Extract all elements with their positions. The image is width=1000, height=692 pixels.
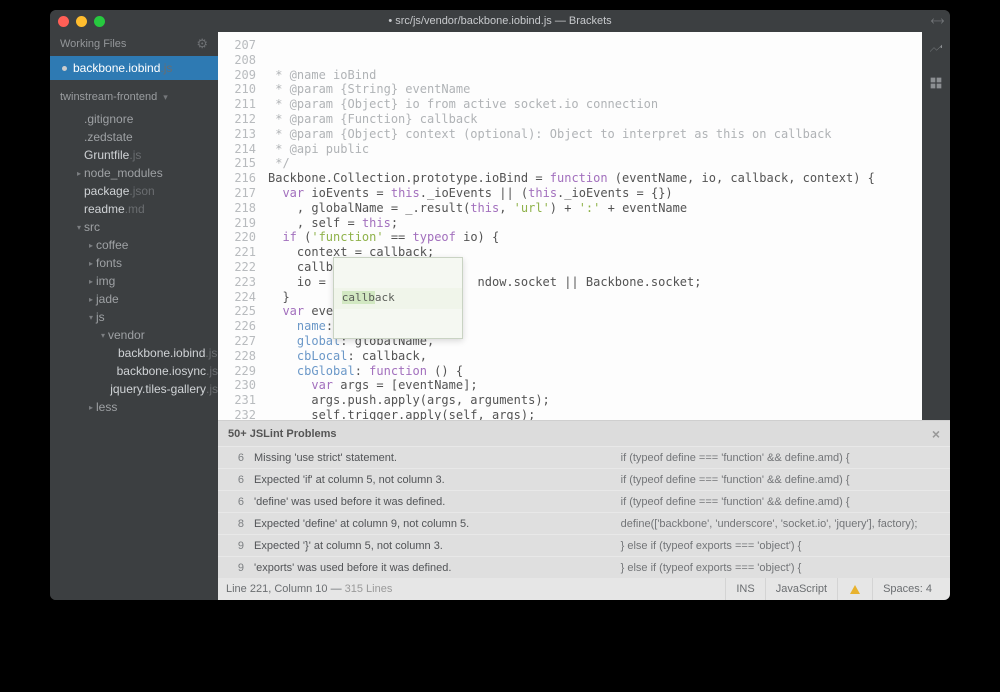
tree-item[interactable]: ▸fonts [50,254,218,272]
zoom-icon[interactable] [94,16,105,27]
tree-item[interactable]: readme.md [50,200,218,218]
tree-item[interactable]: ▸jade [50,290,218,308]
close-icon[interactable] [58,16,69,27]
indent-mode[interactable]: Spaces: 4 [872,578,942,600]
close-icon[interactable]: × [932,426,940,442]
tree-item[interactable]: jquery.tiles-gallery.js [50,380,218,398]
sidebar: Working Files ⚙ backbone.iobind.js twins… [50,32,218,600]
extensions-icon[interactable] [928,75,944,96]
cursor-position: Line 221, Column 10 — 315 Lines [226,583,392,595]
tree-item[interactable]: backbone.iobind.js [50,344,218,362]
live-preview-icon[interactable] [928,40,944,61]
tree-item[interactable]: .gitignore [50,110,218,128]
working-file-item[interactable]: backbone.iobind.js [50,56,218,80]
minimize-icon[interactable] [76,16,87,27]
project-name: twinstream-frontend [60,91,157,103]
status-bar: Line 221, Column 10 — 315 Lines INS Java… [218,578,950,600]
fullscreen-icon[interactable]: ⤢ [932,13,942,29]
tree-item[interactable]: ▸less [50,398,218,416]
tree-item[interactable]: backbone.iosync.js [50,362,218,380]
code-editor[interactable]: 2072082092102112122132142152162172182192… [218,32,922,420]
working-file-name: backbone.iobind.js [73,61,172,75]
warning-icon [850,585,860,594]
working-files-header: Working Files ⚙ [50,32,218,56]
chevron-down-icon: ▾ [163,92,168,103]
problems-title: 50+ JSLint Problems [228,428,337,440]
tree-item[interactable]: .zedstate [50,128,218,146]
tree-item[interactable]: package.json [50,182,218,200]
right-rail [922,32,950,420]
problems-panel: 50+ JSLint Problems × 6Missing 'use stri… [218,420,950,578]
tree-item[interactable]: ▸img [50,272,218,290]
problem-row[interactable]: 8Expected 'define' at column 9, not colu… [218,512,950,534]
problem-row[interactable]: 6Missing 'use strict' statement.if (type… [218,446,950,468]
window-title: • src/js/vendor/backbone.iobind.js — Bra… [50,15,950,27]
tree-item[interactable]: ▾vendor [50,326,218,344]
tree-item[interactable]: Gruntfile.js [50,146,218,164]
problem-row[interactable]: 9Expected '}' at column 5, not column 3.… [218,534,950,556]
tree-item[interactable]: ▸coffee [50,236,218,254]
window-controls [58,16,105,27]
insert-mode[interactable]: INS [725,578,764,600]
dirty-dot-icon [62,66,67,71]
code-area[interactable]: * @name ioBind * @param {String} eventNa… [262,32,922,420]
autocomplete-popup[interactable]: callback [333,257,463,339]
tree-item[interactable]: ▾src [50,218,218,236]
file-tree: .gitignore.zedstateGruntfile.js▸node_mod… [50,110,218,600]
tree-item[interactable]: ▸node_modules [50,164,218,182]
line-gutter: 2072082092102112122132142152162172182192… [218,32,262,420]
language-mode[interactable]: JavaScript [765,578,837,600]
tree-item[interactable]: ▾js [50,308,218,326]
autocomplete-item[interactable]: callback [334,288,462,309]
project-header[interactable]: twinstream-frontend ▾ [50,84,218,110]
problem-row[interactable]: 9'exports' was used before it was define… [218,556,950,578]
working-files-label: Working Files [60,38,126,50]
problems-list: 6Missing 'use strict' statement.if (type… [218,446,950,578]
problem-row[interactable]: 6'define' was used before it was defined… [218,490,950,512]
problems-panel-header: 50+ JSLint Problems × [218,420,950,446]
title-bar: • src/js/vendor/backbone.iobind.js — Bra… [50,10,950,32]
lint-status[interactable] [837,578,872,600]
gear-icon[interactable]: ⚙ [196,36,208,52]
problem-row[interactable]: 6Expected 'if' at column 5, not column 3… [218,468,950,490]
